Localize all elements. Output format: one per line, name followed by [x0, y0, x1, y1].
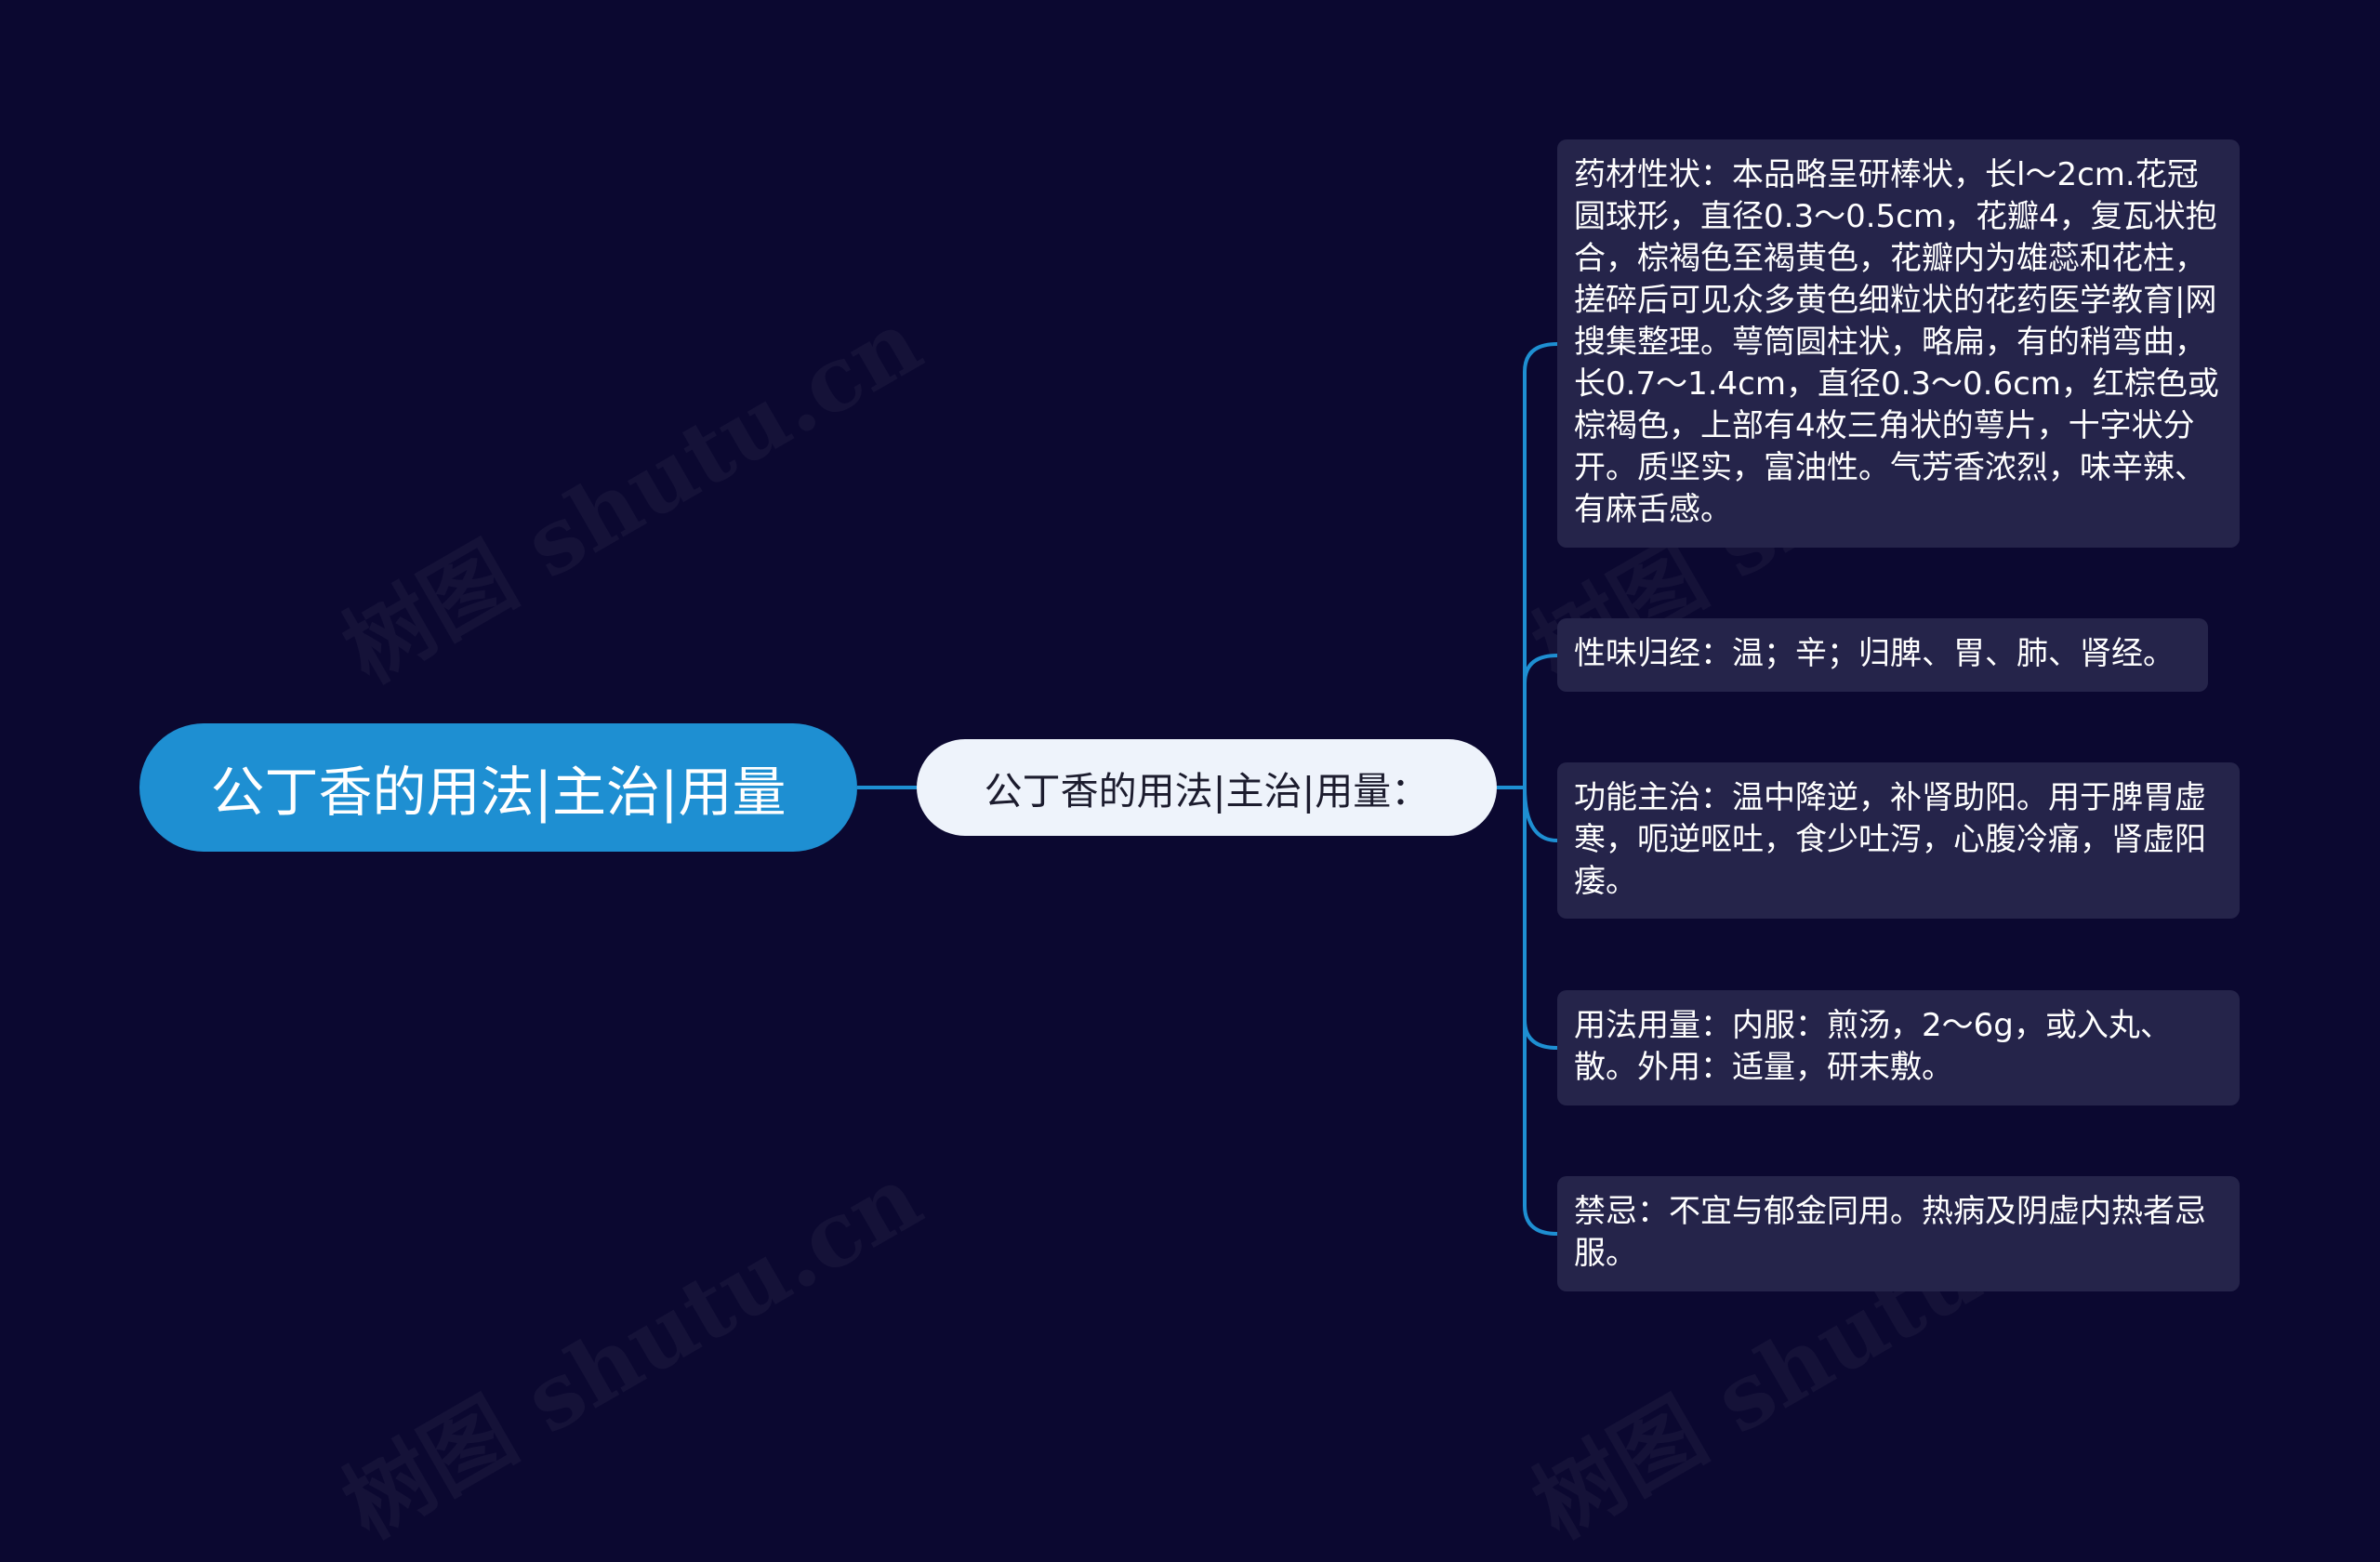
middle-node-label: 公丁香的用法|主治|用量： [984, 769, 1430, 814]
branch-connector-1 [1523, 342, 1558, 788]
middle-node[interactable]: 公丁香的用法|主治|用量： [917, 739, 1497, 836]
branch-connector-4 [1523, 788, 1558, 1050]
leaf-node-contraindications[interactable]: 禁忌：不宜与郁金同用。热病及阴虚内热者忌服。 [1557, 1176, 2240, 1291]
leaf-node-text: 性味归经：温；辛；归脾、胃、肺、肾经。 [1574, 635, 2175, 672]
root-node[interactable]: 公丁香的用法|主治|用量 [139, 723, 857, 852]
leaf-node-taste-meridian[interactable]: 性味归经：温；辛；归脾、胃、肺、肾经。 [1557, 618, 2208, 692]
leaf-node-text: 功能主治：温中降逆，补肾助阳。用于脾胃虚寒，呃逆呕吐，食少吐泻，心腹冷痛，肾虚阳… [1574, 779, 2206, 900]
leaf-node-dosage[interactable]: 用法用量：内服：煎汤，2～6g，或入丸、散。外用：适量，研末敷。 [1557, 990, 2240, 1105]
leaf-node-text: 用法用量：内服：煎汤，2～6g，或入丸、散。外用：适量，研末敷。 [1574, 1007, 2172, 1086]
leaf-node-properties[interactable]: 药材性状：本品略呈研棒状，长l～2cm.花冠圆球形，直径0.3～0.5cm，花瓣… [1557, 139, 2240, 548]
branch-connector-3 [1523, 787, 1558, 842]
mindmap-canvas: 树图 shutu.cn 树图 shutu.cn 树图 shutu.cn 树图 s… [0, 0, 2380, 1558]
branch-connector-2 [1523, 654, 1558, 788]
leaf-node-indications[interactable]: 功能主治：温中降逆，补肾助阳。用于脾胃虚寒，呃逆呕吐，食少吐泻，心腹冷痛，肾虚阳… [1557, 762, 2240, 919]
leaf-node-text: 禁忌：不宜与郁金同用。热病及阴虚内热者忌服。 [1574, 1193, 2206, 1272]
leaf-node-text: 药材性状：本品略呈研棒状，长l～2cm.花冠圆球形，直径0.3～0.5cm，花瓣… [1574, 156, 2219, 528]
root-node-label: 公丁香的用法|主治|用量 [210, 761, 787, 824]
branch-connector-5 [1523, 788, 1558, 1236]
